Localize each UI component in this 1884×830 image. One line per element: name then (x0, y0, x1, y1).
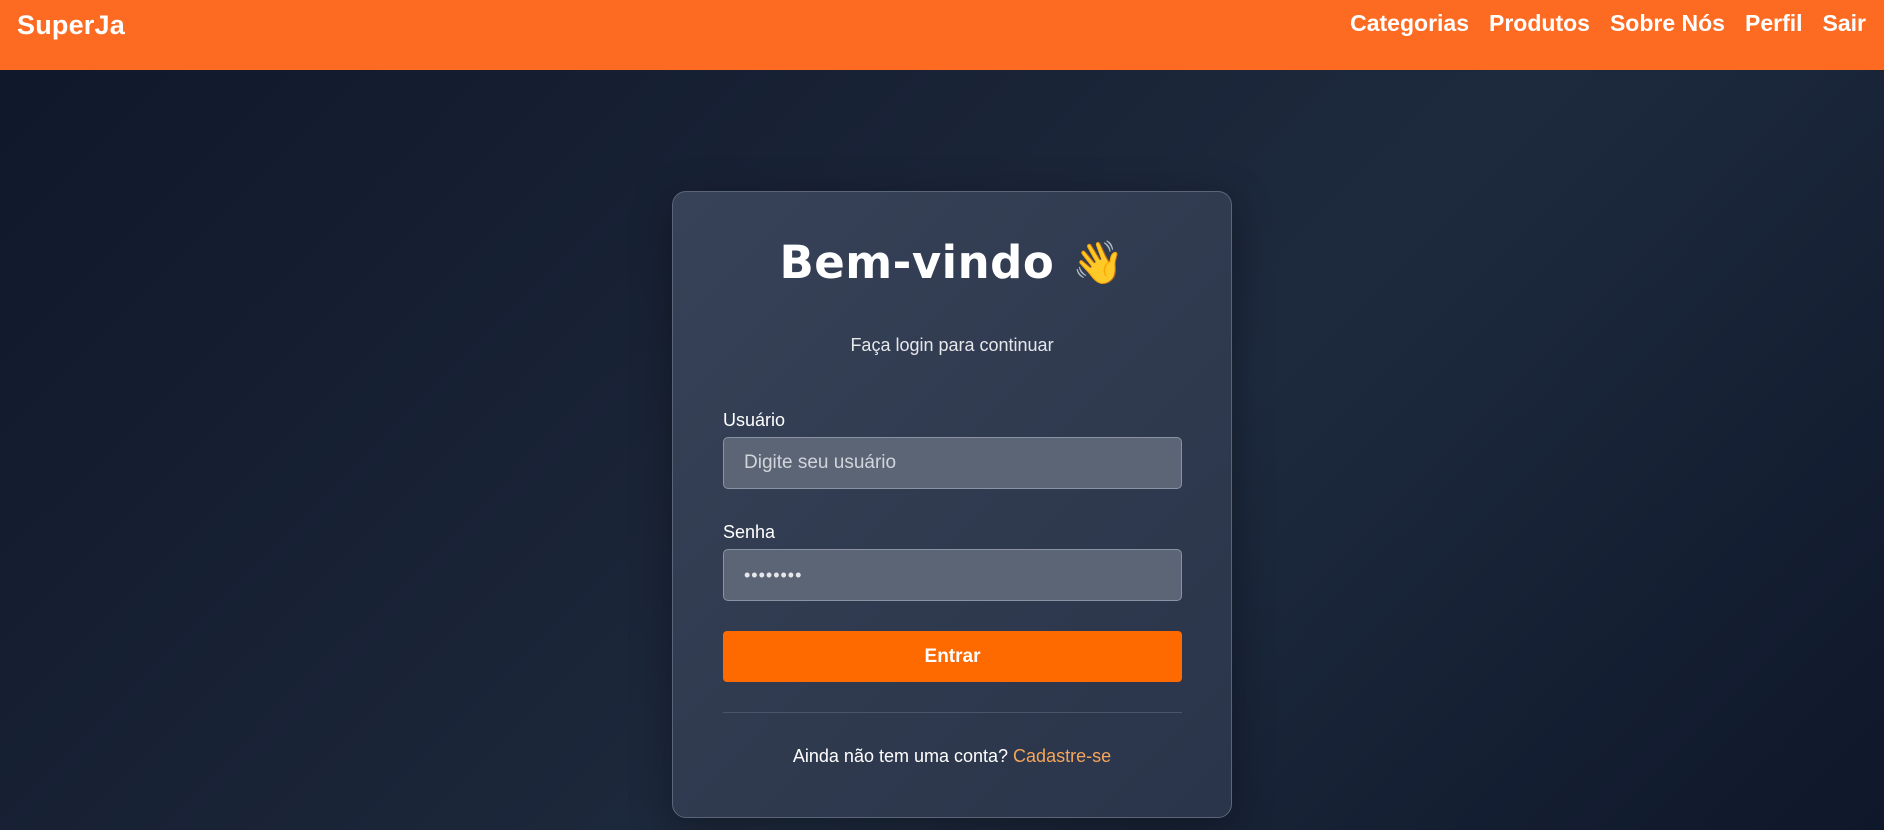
password-input[interactable]: •••••••• (723, 549, 1182, 601)
page-title: Bem-vindo (779, 236, 1055, 289)
nav-links: Categorias Produtos Sobre Nós Perfil Sai… (1350, 10, 1866, 37)
signup-prompt: Ainda não tem uma conta? (792, 746, 1009, 766)
username-input[interactable] (723, 437, 1182, 489)
title-row: Bem-vindo 👋 (673, 236, 1231, 289)
brand-logo[interactable]: SuperJa (17, 10, 125, 41)
signup-link[interactable]: Cadastre-se (1013, 746, 1111, 766)
navbar: SuperJa Categorias Produtos Sobre Nós Pe… (0, 0, 1884, 70)
username-label: Usuário (723, 410, 786, 430)
password-label: Senha (723, 522, 776, 542)
login-card: Bem-vindo 👋 Faça login para continuar Us… (672, 191, 1232, 818)
nav-link-produtos[interactable]: Produtos (1489, 10, 1590, 37)
login-button[interactable]: Entrar (723, 631, 1182, 682)
signup-row: Ainda não tem uma conta? Cadastre-se (673, 746, 1231, 767)
login-subtitle: Faça login para continuar (850, 335, 1054, 355)
nav-link-sair[interactable]: Sair (1823, 10, 1866, 37)
nav-link-perfil[interactable]: Perfil (1745, 10, 1803, 37)
nav-link-categorias[interactable]: Categorias (1350, 10, 1469, 37)
divider (723, 712, 1182, 713)
waving-hand-icon: 👋 (1072, 237, 1125, 287)
nav-link-sobre-nos[interactable]: Sobre Nós (1610, 10, 1725, 37)
